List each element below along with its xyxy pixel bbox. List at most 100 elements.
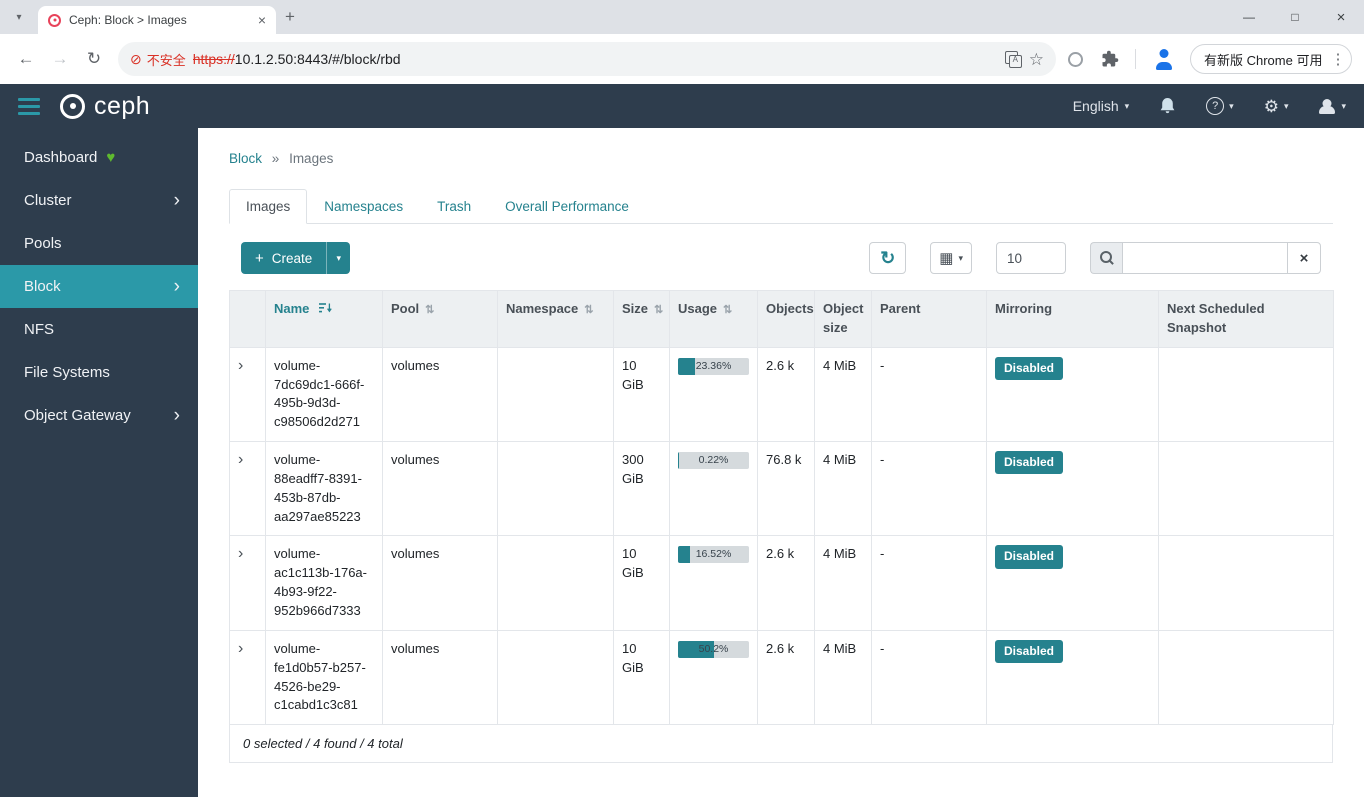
language-dropdown[interactable]: English ▾ [1073, 98, 1129, 114]
create-split-button: + Create ▾ [241, 242, 350, 274]
browser-tab[interactable]: Ceph: Block > Images × [38, 6, 276, 34]
breadcrumb-current: Images [289, 151, 333, 166]
cell-namespace [498, 347, 614, 441]
window-maximize-button[interactable]: □ [1272, 0, 1318, 34]
cell-object-size: 4 MiB [815, 442, 872, 536]
user-dropdown[interactable]: ▾ [1318, 97, 1346, 115]
bookmark-star-icon[interactable]: ☆ [1029, 51, 1044, 68]
table-row[interactable]: › volume-fe1d0b57-b257-4526-be29-c1cabd1… [230, 630, 1334, 724]
table-row[interactable]: › volume-7dc69dc1-666f-495b-9d3d-c98506d… [230, 347, 1334, 441]
create-button[interactable]: + Create [241, 242, 326, 274]
sidebar-item-pools[interactable]: Pools [0, 222, 198, 265]
address-bar: ← → ↻ ⊘ 不安全 https://10.1.2.50:8443/#/blo… [0, 34, 1364, 84]
not-secure-icon: ⊘ [130, 52, 142, 66]
usage-bar-label: 50.2% [678, 641, 749, 658]
sidebar-item-dashboard[interactable]: Dashboard ♥ [0, 136, 198, 179]
translate-icon[interactable] [1005, 51, 1022, 68]
expand-row-icon[interactable]: › [238, 357, 243, 374]
browser-chrome: ▾ Ceph: Block > Images × + — □ × ← → ↻ ⊘… [0, 0, 1364, 84]
mirroring-status-badge: Disabled [995, 545, 1063, 568]
mirroring-status-badge: Disabled [995, 451, 1063, 474]
tab-title: Ceph: Block > Images [69, 13, 250, 27]
sort-icon: ⇅ [584, 304, 593, 316]
col-header-mirroring[interactable]: Mirroring [987, 291, 1159, 348]
extensions-puzzle-icon[interactable] [1101, 50, 1119, 68]
col-header-parent[interactable]: Parent [872, 291, 987, 348]
url-bar[interactable]: ⊘ 不安全 https://10.1.2.50:8443/#/block/rbd… [118, 42, 1056, 76]
sidebar-item-cluster[interactable]: Cluster › [0, 179, 198, 222]
chevron-right-icon: › [174, 406, 180, 425]
tab-bar: Images Namespaces Trash Overall Performa… [229, 189, 1333, 224]
back-button[interactable]: ← [10, 43, 42, 75]
sidebar-item-nfs[interactable]: NFS [0, 308, 198, 351]
tab-list-chevron-icon[interactable]: ▾ [6, 4, 32, 30]
breadcrumb-block-link[interactable]: Block [229, 151, 262, 166]
table-row[interactable]: › volume-ac1c113b-176a-4b93-9f22-952b966… [230, 536, 1334, 630]
profile-avatar-icon[interactable] [1152, 47, 1176, 71]
divider [1135, 49, 1136, 69]
chevron-down-icon: ▾ [1284, 102, 1289, 111]
usage-bar-label: 23.36% [678, 358, 749, 375]
settings-dropdown[interactable]: ⚙ ▾ [1264, 98, 1289, 115]
reload-button[interactable]: ↻ [78, 43, 110, 75]
sidebar-item-label: Pools [24, 235, 62, 252]
forward-button[interactable]: → [44, 43, 76, 75]
table-grid-icon: ▦ [939, 251, 953, 266]
sidebar: Dashboard ♥ Cluster › Pools Block › NFS … [0, 128, 198, 797]
sidebar-item-label: File Systems [24, 364, 110, 381]
tab-strip: ▾ Ceph: Block > Images × + — □ × [0, 0, 1364, 34]
usage-bar: 50.2% [678, 641, 749, 658]
notifications-bell-button[interactable] [1159, 97, 1176, 115]
tab-namespaces[interactable]: Namespaces [307, 189, 420, 224]
sidebar-item-object-gateway[interactable]: Object Gateway › [0, 394, 198, 437]
help-dropdown[interactable]: ? ▾ [1206, 97, 1234, 115]
clear-search-button[interactable]: × [1287, 242, 1321, 274]
col-header-usage[interactable]: Usage⇅ [670, 291, 758, 348]
tab-trash[interactable]: Trash [420, 189, 488, 224]
expand-row-icon[interactable]: › [238, 545, 243, 562]
circle-icon[interactable] [1068, 52, 1083, 67]
cell-next-snapshot [1159, 347, 1334, 441]
security-badge[interactable]: ⊘ 不安全 [130, 50, 186, 69]
expand-row-icon[interactable]: › [238, 451, 243, 468]
col-header-size[interactable]: Size⇅ [614, 291, 670, 348]
browser-menu-icon[interactable]: ⋮ [1330, 50, 1345, 68]
expand-row-icon[interactable]: › [238, 640, 243, 657]
tab-close-icon[interactable]: × [258, 13, 266, 27]
create-button-label: Create [272, 251, 313, 266]
ceph-brand[interactable]: ceph [60, 92, 150, 121]
col-header-objects[interactable]: Objects [758, 291, 815, 348]
col-header-next-scheduled-snapshot[interactable]: Next Scheduled Snapshot [1159, 291, 1334, 348]
cell-namespace [498, 536, 614, 630]
selection-summary: 0 selected / 4 found / 4 total [229, 725, 1333, 763]
sidebar-item-label: Block [24, 278, 61, 295]
column-toggle-button[interactable]: ▦ ▾ [930, 242, 972, 274]
refresh-button[interactable]: ↻ [869, 242, 906, 274]
cell-mirroring: Disabled [987, 347, 1159, 441]
search-input[interactable] [1122, 242, 1287, 274]
url-scheme: https:// [193, 51, 235, 67]
help-icon: ? [1206, 97, 1224, 115]
create-dropdown-button[interactable]: ▾ [326, 242, 350, 274]
tab-overall-performance[interactable]: Overall Performance [488, 189, 646, 224]
hamburger-menu-icon[interactable] [18, 98, 40, 115]
col-header-pool[interactable]: Pool⇅ [383, 291, 498, 348]
col-header-namespace[interactable]: Namespace⇅ [498, 291, 614, 348]
page-size-input[interactable] [996, 242, 1066, 274]
window-close-button[interactable]: × [1318, 0, 1364, 34]
table-row[interactable]: › volume-88eadff7-8391-453b-87db-aa297ae… [230, 442, 1334, 536]
user-icon [1318, 97, 1336, 115]
sidebar-item-block[interactable]: Block › [0, 265, 198, 308]
cell-object-size: 4 MiB [815, 630, 872, 724]
window-minimize-button[interactable]: — [1226, 0, 1272, 34]
cell-size: 300 GiB [614, 442, 670, 536]
col-header-name[interactable]: Name [266, 291, 383, 348]
ceph-logo-icon [60, 94, 85, 119]
col-header-object-size[interactable]: Object size [815, 291, 872, 348]
tab-images[interactable]: Images [229, 189, 307, 224]
new-tab-button[interactable]: + [276, 3, 304, 31]
sidebar-item-file-systems[interactable]: File Systems [0, 351, 198, 394]
cell-name: volume-88eadff7-8391-453b-87db-aa297ae85… [266, 442, 383, 536]
chrome-update-chip[interactable]: 有新版 Chrome 可用 ⋮ [1190, 44, 1352, 74]
cell-objects: 2.6 k [758, 536, 815, 630]
